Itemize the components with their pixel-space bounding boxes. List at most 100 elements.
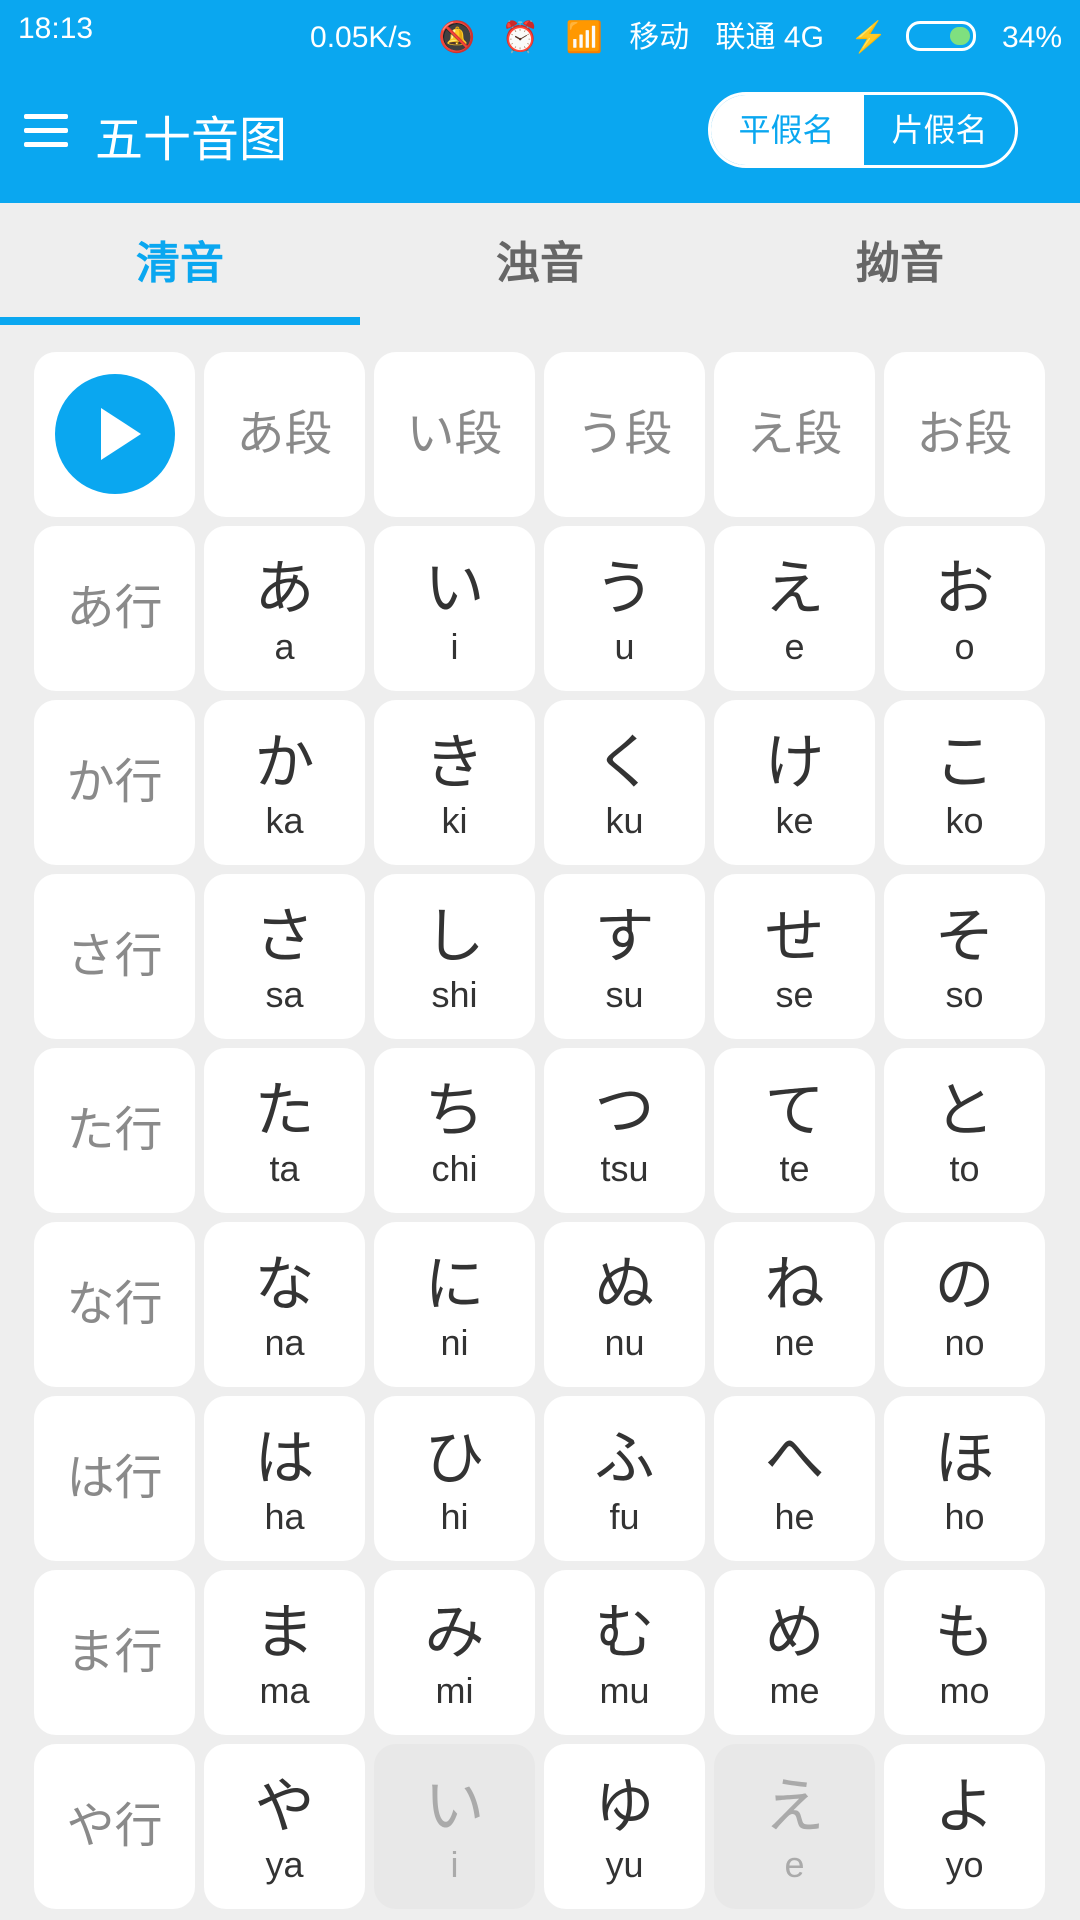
kana-cell[interactable]: け ke bbox=[714, 700, 875, 865]
kana-char: へ bbox=[764, 1424, 825, 1494]
hiragana-button[interactable]: 平假名 bbox=[711, 95, 862, 165]
kana-cell[interactable]: は ha bbox=[204, 1396, 365, 1561]
charging-icon: ⚡ bbox=[850, 21, 976, 54]
row-header[interactable]: か行 bbox=[34, 700, 195, 865]
menu-icon[interactable] bbox=[24, 114, 68, 148]
column-header[interactable]: お段 bbox=[884, 352, 1045, 517]
kana-char: ひ bbox=[424, 1424, 485, 1494]
tab-seion[interactable]: 清音 bbox=[0, 203, 360, 325]
tab-dakuon[interactable]: 浊音 bbox=[360, 203, 720, 325]
romaji: tsu bbox=[600, 1148, 649, 1189]
row-header[interactable]: は行 bbox=[34, 1396, 195, 1561]
app-bar: 五十音图 平假名 片假名 bbox=[0, 60, 1080, 203]
kana-cell[interactable]: め me bbox=[714, 1570, 875, 1735]
romaji: ya bbox=[265, 1844, 304, 1885]
kana-char: め bbox=[764, 1598, 825, 1668]
kana-cell[interactable]: き ki bbox=[374, 700, 535, 865]
kana-cell[interactable]: ね ne bbox=[714, 1222, 875, 1387]
kana-cell[interactable]: も mo bbox=[884, 1570, 1045, 1735]
row-header[interactable]: ま行 bbox=[34, 1570, 195, 1735]
romaji: ka bbox=[265, 800, 304, 841]
kana-cell[interactable]: や ya bbox=[204, 1744, 365, 1909]
kana-cell[interactable]: の no bbox=[884, 1222, 1045, 1387]
kana-char: の bbox=[934, 1250, 995, 1320]
column-header[interactable]: い段 bbox=[374, 352, 535, 517]
status-bar: 18:13 0.05K/s 🔕 ⏰ 📶 移动 联通 4G ⚡ 34% bbox=[0, 0, 1080, 60]
kana-char: え bbox=[764, 1772, 825, 1842]
kana-cell[interactable]: み mi bbox=[374, 1570, 535, 1735]
kana-cell[interactable]: か ka bbox=[204, 700, 365, 865]
kana-cell[interactable]: ふ fu bbox=[544, 1396, 705, 1561]
kana-cell[interactable]: そ so bbox=[884, 874, 1045, 1039]
kana-row: は行 は ha ひ hi ふ fu へ he ほ ho bbox=[34, 1396, 1046, 1561]
row-header[interactable]: さ行 bbox=[34, 874, 195, 1039]
kana-cell[interactable]: ひ hi bbox=[374, 1396, 535, 1561]
kana-char: し bbox=[424, 902, 485, 972]
romaji: ni bbox=[440, 1322, 469, 1363]
kana-cell[interactable]: す su bbox=[544, 874, 705, 1039]
kana-char: な bbox=[254, 1250, 315, 1320]
kana-cell[interactable]: な na bbox=[204, 1222, 365, 1387]
kana-char: ぬ bbox=[594, 1250, 655, 1320]
romaji: shi bbox=[431, 974, 478, 1015]
play-icon[interactable] bbox=[55, 374, 175, 494]
kana-cell[interactable]: へ he bbox=[714, 1396, 875, 1561]
kana-row: や行 や ya いi ゆ yu えe よ yo bbox=[34, 1744, 1046, 1909]
kana-cell[interactable]: む mu bbox=[544, 1570, 705, 1735]
kana-cell[interactable]: て te bbox=[714, 1048, 875, 1213]
kana-char: ゆ bbox=[594, 1772, 655, 1842]
kana-cell[interactable]: ゆ yu bbox=[544, 1744, 705, 1909]
kana-cell[interactable]: こ ko bbox=[884, 700, 1045, 865]
kana-cell[interactable]: た ta bbox=[204, 1048, 365, 1213]
kana-cell[interactable]: せ se bbox=[714, 874, 875, 1039]
kana-char: う bbox=[594, 554, 655, 624]
kana-toggle: 平假名 片假名 bbox=[708, 92, 1018, 168]
kana-cell[interactable]: おo bbox=[884, 526, 1045, 691]
kana-cell[interactable]: ま ma bbox=[204, 1570, 365, 1735]
tab-youon[interactable]: 拗音 bbox=[720, 203, 1080, 325]
mute-icon: 🔕 bbox=[438, 21, 476, 54]
kana-cell[interactable]: さ sa bbox=[204, 874, 365, 1039]
katakana-button[interactable]: 片假名 bbox=[862, 95, 1015, 165]
romaji: to bbox=[949, 1148, 980, 1189]
column-header[interactable]: え段 bbox=[714, 352, 875, 517]
kana-cell[interactable]: に ni bbox=[374, 1222, 535, 1387]
kana-cell[interactable]: いi bbox=[374, 526, 535, 691]
kana-char: よ bbox=[934, 1772, 995, 1842]
kana-cell[interactable]: えe bbox=[714, 526, 875, 691]
romaji: a bbox=[274, 626, 295, 667]
kana-cell[interactable]: つ tsu bbox=[544, 1048, 705, 1213]
kana-cell[interactable]: ほ ho bbox=[884, 1396, 1045, 1561]
column-header[interactable]: う段 bbox=[544, 352, 705, 517]
romaji: ma bbox=[259, 1670, 310, 1711]
battery-icon bbox=[905, 21, 976, 51]
row-header[interactable]: あ行 bbox=[34, 526, 195, 691]
romaji: na bbox=[264, 1322, 305, 1363]
kana-cell[interactable]: し shi bbox=[374, 874, 535, 1039]
romaji: se bbox=[775, 974, 814, 1015]
romaji: yo bbox=[945, 1844, 984, 1885]
kana-cell[interactable]: よ yo bbox=[884, 1744, 1045, 1909]
kana-char: す bbox=[594, 902, 655, 972]
kana-char: こ bbox=[934, 728, 995, 798]
kana-cell[interactable]: うu bbox=[544, 526, 705, 691]
romaji: ke bbox=[775, 800, 814, 841]
kana-char: く bbox=[594, 728, 655, 798]
kana-cell[interactable]: ぬ nu bbox=[544, 1222, 705, 1387]
column-header[interactable]: あ段 bbox=[204, 352, 365, 517]
kana-char: て bbox=[764, 1076, 825, 1146]
romaji: i bbox=[450, 626, 459, 667]
kana-char: ほ bbox=[934, 1424, 995, 1494]
kana-cell[interactable]: く ku bbox=[544, 700, 705, 865]
romaji: sa bbox=[265, 974, 304, 1015]
kana-char: き bbox=[424, 728, 485, 798]
row-header[interactable]: や行 bbox=[34, 1744, 195, 1909]
kana-cell[interactable]: ち chi bbox=[374, 1048, 535, 1213]
kana-cell[interactable]: あa bbox=[204, 526, 365, 691]
row-header[interactable]: な行 bbox=[34, 1222, 195, 1387]
row-header[interactable]: た行 bbox=[34, 1048, 195, 1213]
kana-cell[interactable]: と to bbox=[884, 1048, 1045, 1213]
battery-level: 34% bbox=[1001, 21, 1062, 54]
kana-char: ね bbox=[764, 1250, 825, 1320]
romaji: no bbox=[944, 1322, 985, 1363]
